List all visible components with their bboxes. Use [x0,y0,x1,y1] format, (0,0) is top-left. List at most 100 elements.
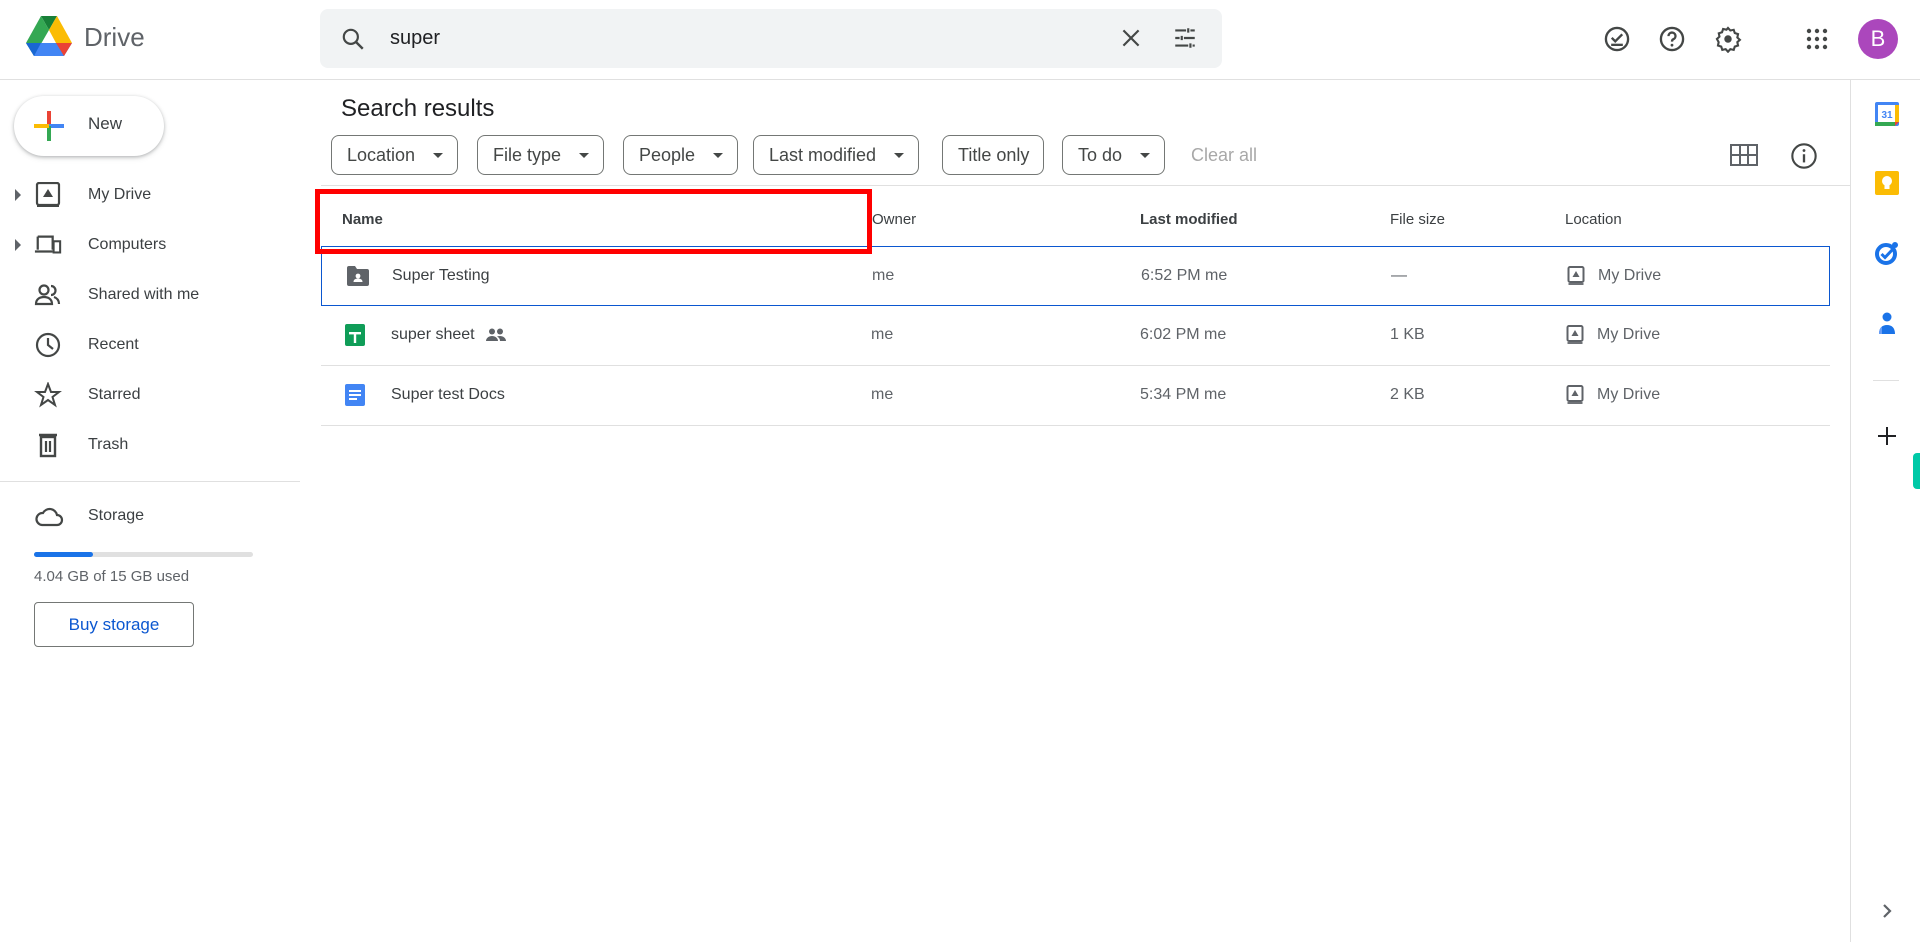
top-header: Drive B [0,0,1920,80]
filter-file-type[interactable]: File type [477,135,605,175]
filter-label: File type [493,144,562,165]
drive-logo[interactable]: Drive [26,16,145,58]
file-location[interactable]: My Drive [1598,267,1661,285]
filter-title-only[interactable]: Title only [942,135,1045,175]
file-location[interactable]: My Drive [1597,326,1660,344]
shared-icon [34,284,61,306]
avatar[interactable]: B [1858,19,1898,59]
sidebar-item-label: Recent [88,336,139,353]
search-options-icon[interactable] [1172,25,1198,51]
settings-icon[interactable] [1711,22,1745,56]
expand-arrow-icon[interactable] [15,189,21,201]
new-button[interactable]: New [14,96,164,156]
table-top-divider [321,185,1850,186]
calendar-icon[interactable]: 31 [1874,101,1900,127]
my-drive-icon [35,182,61,207]
computers-icon [34,235,62,254]
trash-icon [39,433,57,458]
contacts-icon[interactable] [1874,310,1900,336]
filter-label: Title only [958,144,1030,165]
add-addon-icon[interactable] [1874,423,1900,449]
shared-folder-icon [347,266,369,286]
filter-location[interactable]: Location [331,135,459,175]
sidebar-item-my-drive[interactable]: My Drive [0,170,300,220]
help-icon[interactable] [1655,22,1689,56]
sheets-icon [345,324,365,346]
chevron-right-icon[interactable] [1874,898,1900,924]
keep-icon[interactable] [1874,170,1900,196]
side-panel-divider [1873,380,1899,381]
file-modified-time: 6:52 PM me [1141,267,1228,284]
plus-icon [34,111,64,141]
side-tab-handle[interactable] [1913,453,1920,489]
new-button-label: New [88,114,123,133]
caret-down-icon [713,152,724,158]
caret-down-icon [579,152,590,158]
filter-people[interactable]: People [623,135,739,175]
star-icon [34,382,62,408]
column-header-file-size[interactable]: File size [1390,211,1445,228]
filter-label: To do [1078,144,1123,165]
table-row[interactable]: super sheet me 6:02 PM me 1 KB My Drive [321,306,1830,366]
highlight-box [315,189,872,254]
file-owner: me [871,326,894,343]
column-header-location[interactable]: Location [1565,211,1622,228]
table-row[interactable]: Super Testing me 6:52 PM me — My Drive [321,246,1830,306]
info-icon[interactable] [1790,142,1818,170]
side-panel: 31 [1850,80,1920,942]
storage-progress-fill [34,552,94,557]
clock-icon [35,332,61,358]
filter-to-do[interactable]: To do [1062,135,1166,175]
app-name: Drive [84,21,145,52]
file-name[interactable]: super sheet [391,326,475,344]
caret-down-icon [894,152,905,158]
tasks-icon[interactable] [1874,240,1900,266]
storage-usage-text: 4.04 GB of 15 GB used [34,568,190,585]
cloud-icon [35,507,64,527]
file-size: 2 KB [1390,386,1425,403]
docs-icon [345,384,365,406]
sidebar-item-label: Shared with me [88,286,200,303]
sidebar-divider [0,481,300,482]
grid-view-icon[interactable] [1730,144,1758,166]
apps-icon[interactable] [1800,22,1834,56]
column-header-last-modified[interactable]: Last modified [1140,211,1238,228]
storage-label[interactable]: Storage [88,507,144,525]
file-size: — [1391,267,1407,284]
sidebar-item-computers[interactable]: Computers [0,220,300,270]
my-drive-icon [1567,266,1585,285]
expand-arrow-icon[interactable] [15,239,21,251]
caret-down-icon [433,152,444,158]
file-name[interactable]: Super test Docs [391,386,505,404]
column-header-owner[interactable]: Owner [872,211,916,228]
file-name[interactable]: Super Testing [392,267,490,285]
clear-all-button[interactable]: Clear all [1191,145,1257,166]
sidebar-item-trash[interactable]: Trash [0,420,300,470]
filter-label: Last modified [769,144,877,165]
sidebar-item-starred[interactable]: Starred [0,370,300,420]
search-input[interactable] [390,23,1090,53]
column-header-name[interactable]: Name [342,211,383,228]
filter-last-modified[interactable]: Last modified [753,135,920,175]
search-icon[interactable] [340,26,366,52]
my-drive-icon [1566,325,1584,344]
sidebar-item-recent[interactable]: Recent [0,320,300,370]
shared-people-icon [486,328,506,341]
sidebar-item-label: Computers [88,236,167,253]
file-size: 1 KB [1390,326,1425,343]
file-modified-time: 6:02 PM me [1140,326,1227,343]
caret-down-icon [1140,152,1151,158]
main-content: Search results Location File type People… [300,80,1850,942]
page-title: Search results [341,95,495,122]
ready-for-offline-icon[interactable] [1600,22,1634,56]
my-drive-icon [1566,385,1584,404]
sidebar-item-shared-with-me[interactable]: Shared with me [0,270,300,320]
close-icon[interactable] [1118,25,1144,51]
svg-text:31: 31 [1881,110,1893,121]
sidebar-item-label: Trash [88,436,129,453]
file-location[interactable]: My Drive [1597,386,1660,404]
table-row[interactable]: Super test Docs me 5:34 PM me 2 KB My Dr… [321,366,1830,426]
file-modified-time: 5:34 PM me [1140,386,1227,403]
buy-storage-button[interactable]: Buy storage [34,602,194,647]
filter-label: Location [347,144,416,165]
